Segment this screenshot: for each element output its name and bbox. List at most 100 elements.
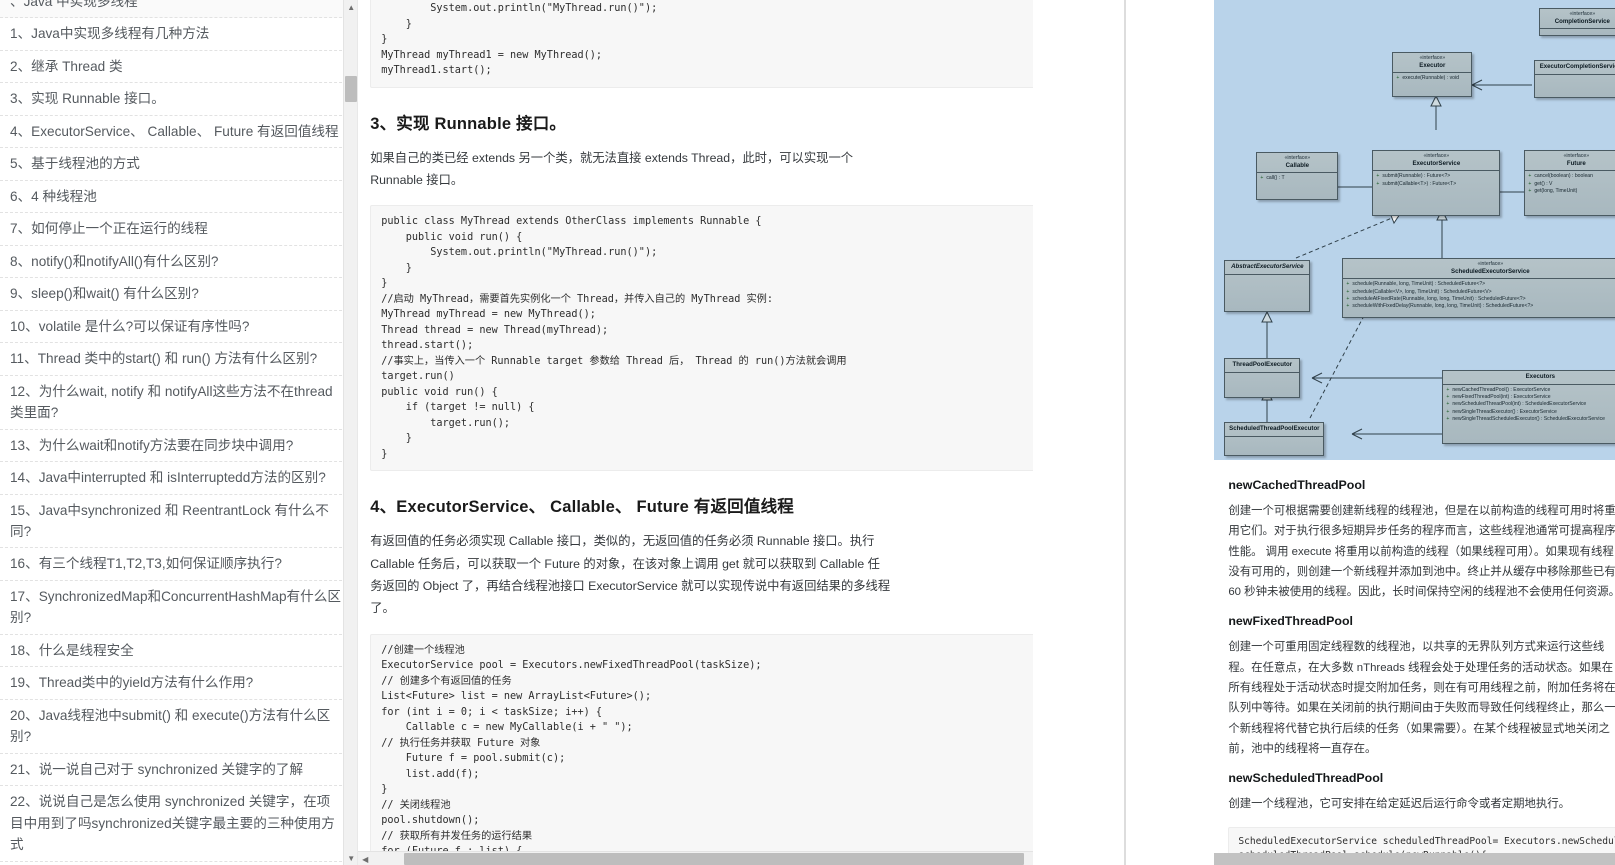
toc-item-label: 16、有三个线程T1,T2,T3,如何保证顺序执行? — [10, 556, 282, 572]
scroll-left-arrow-icon[interactable]: ◀ — [358, 852, 372, 865]
uml-member: + submit(Runnable) : Future<?> — [1376, 173, 1451, 180]
uml-member: + newSingleThreadExecutor() : ExecutorSer… — [1446, 408, 1557, 415]
section-paragraph: 如果自己的类已经 extends 另一个类，就无法直接 extends Thre… — [370, 150, 854, 187]
toc-item-21[interactable]: 21、说一说自己对于 synchronized 关键字的了解 — [0, 754, 358, 787]
pane-gap — [1032, 0, 1124, 865]
toc-item-19[interactable]: 19、Thread类中的yield方法有什么作用? — [0, 667, 358, 700]
toc-item-clipped[interactable]: 、Java 中实现多线程 — [0, 0, 358, 19]
toc-item-13[interactable]: 13、为什么wait和notify方法要在同步块中调用? — [0, 430, 358, 463]
uml-class-callable[interactable]: «interface» Callable + call() : T — [1256, 152, 1339, 200]
article-horizontal-scrollbar[interactable]: ◀ ▶ — [358, 851, 1033, 865]
toc-vertical-scrollbar[interactable]: ▲ ▼ — [343, 0, 358, 865]
uml-member: + newSingleThreadScheduledExecutor() : Sc… — [1446, 415, 1605, 422]
toc-item-label: 5、基于线程池的方式 — [10, 156, 140, 172]
toc-item-22[interactable]: 22、说说自己是怎么使用 synchronized 关键字，在项目中用到了吗sy… — [0, 786, 358, 862]
reference-content: «interface» CompletionService «interface… — [1214, 0, 1615, 865]
pool-body: 创建一个线程池，它可安排在给定延迟后运行命令或者定期地执行。 — [1228, 798, 1571, 811]
toc-item-17[interactable]: 17、SynchronizedMap和ConcurrentHashMap有什么区… — [0, 581, 358, 635]
uml-class-name: ExecutorService — [1412, 159, 1461, 167]
uml-class-diagram: «interface» CompletionService «interface… — [1214, 0, 1615, 460]
toc-scroll-thumb[interactable] — [345, 76, 358, 102]
uml-class-threadpoolexecutor[interactable]: ThreadPoolExecutor — [1224, 358, 1301, 398]
uml-member: + schedule(Runnable, long, TimeUnit) : Sc… — [1346, 281, 1486, 288]
toc-item-14[interactable]: 14、Java中interrupted 和 isInterruptedd方法的区… — [0, 462, 358, 495]
toc-item-label: 11、Thread 类中的start() 和 run() 方法有什么区别? — [10, 351, 318, 367]
toc-item-4[interactable]: 4、ExecutorService、 Callable、 Future 有返回值… — [0, 116, 358, 149]
toc-item-label: 13、为什么wait和notify方法要在同步块中调用? — [10, 437, 294, 453]
toc-item-label: 10、volatile 是什么?可以保证有序性吗? — [10, 318, 250, 334]
toc-item-label: 7、如何停止一个正在运行的线程 — [10, 221, 208, 237]
uml-class-name: ScheduledThreadPoolExecutor — [1229, 425, 1320, 432]
pool-title: newFixedThreadPool — [1228, 614, 1353, 629]
toc-item-1[interactable]: 1、Java中实现多线程有几种方法 — [0, 18, 358, 51]
uml-member: + schedule(Callable<V>, long, TimeUnit) :… — [1346, 288, 1492, 295]
code-block: public class MyThread extends OtherClass… — [370, 205, 1033, 472]
uml-class-abstractexecutorservice[interactable]: AbstractExecutorService — [1224, 260, 1311, 312]
toc-item-20[interactable]: 20、Java线程池中submit() 和 execute()方法有什么区别? — [0, 700, 358, 754]
toc-item-label: 8、notify()和notifyAll()有什么区别? — [10, 253, 219, 269]
uml-member-label: scheduleWithFixedDelay(Runnable, long, l… — [1352, 303, 1534, 310]
uml-class-executor[interactable]: «interface» Executor + execute(Runnable) … — [1392, 52, 1473, 97]
uml-class-scheduledexecutorservice[interactable]: «interface» ScheduledExecutorService + sc… — [1342, 258, 1615, 318]
uml-member: + cancel(boolean) : boolean — [1528, 173, 1593, 180]
toc-item-8[interactable]: 8、notify()和notifyAll()有什么区别? — [0, 246, 358, 279]
toc-item-23[interactable]: 23、什么是线程安全? Vector是一个线程安全类吗? — [0, 862, 357, 865]
uml-member-label: get(long, TimeUnit) — [1534, 187, 1578, 194]
uml-class-name: Callable — [1285, 161, 1310, 169]
toc-item-11[interactable]: 11、Thread 类中的start() 和 run() 方法有什么区别? — [0, 343, 358, 376]
uml-member-label: scheduleAtFixedRate(Runnable, long, long… — [1352, 295, 1526, 302]
toc-item-label: 12、为什么wait, notify 和 notifyAll这些方法不在thre… — [10, 383, 333, 421]
uml-member: + call() : T — [1260, 175, 1285, 182]
toc-item-18[interactable]: 18、什么是线程安全 — [0, 635, 358, 668]
toc-item-2[interactable]: 2、继承 Thread 类 — [0, 51, 358, 84]
uml-class-name: CompletionService — [1554, 17, 1610, 25]
uml-member: + get(long, TimeUnit) — [1528, 187, 1578, 194]
toc-item-15[interactable]: 15、Java中synchronized 和 ReentrantLock 有什么… — [0, 495, 358, 549]
toc-item-3[interactable]: 3、实现 Runnable 接口。 — [0, 83, 358, 116]
toc-item-16[interactable]: 16、有三个线程T1,T2,T3,如何保证顺序执行? — [0, 548, 358, 581]
uml-class-executorcompletionservice[interactable]: ExecutorCompletionService — [1534, 60, 1615, 98]
uml-member-label: schedule(Runnable, long, TimeUnit) : Sch… — [1352, 281, 1486, 288]
toc-item-6[interactable]: 6、4 种线程池 — [0, 181, 358, 214]
uml-class-executors[interactable]: Executors + newCachedThreadPool() : Execu… — [1442, 370, 1615, 444]
uml-member: + scheduleWithFixedDelay(Runnable, long, … — [1346, 303, 1534, 310]
toc-item-label: 9、sleep()和wait() 有什么区别? — [10, 286, 199, 302]
uml-member-label: newSingleThreadExecutor() : ExecutorServ… — [1452, 408, 1557, 415]
toc-item-label: 6、4 种线程池 — [10, 188, 97, 204]
reference-horizontal-scrollbar[interactable] — [1214, 853, 1615, 865]
uml-member: + newCachedThreadPool() : ExecutorService — [1446, 386, 1551, 393]
section-heading: 3、实现 Runnable 接口。 — [370, 114, 567, 133]
section-heading: 4、ExecutorService、 Callable、 Future 有返回值… — [370, 498, 794, 517]
scroll-down-arrow-icon[interactable]: ▼ — [344, 851, 357, 865]
toc-item-10[interactable]: 10、volatile 是什么?可以保证有序性吗? — [0, 311, 358, 344]
toc-item-label: 、Java 中实现多线程 — [10, 0, 138, 9]
toc-item-5[interactable]: 5、基于线程池的方式 — [0, 148, 358, 181]
toc-item-label: 2、继承 Thread 类 — [10, 58, 123, 74]
code-text: System.out.println("MyThread.run()"); } … — [381, 3, 658, 76]
uml-member: + execute(Runnable) : void — [1396, 75, 1459, 82]
uml-member-label: call() : T — [1266, 175, 1285, 182]
uml-class-future[interactable]: «interface» Future + cancel(boolean) : bo… — [1524, 150, 1615, 216]
toc-item-label: 4、ExecutorService、 Callable、 Future 有返回值… — [10, 123, 339, 139]
article-scroll-thumb[interactable] — [404, 853, 1025, 865]
toc-item-label: 22、说说自己是怎么使用 synchronized 关键字，在项目中用到了吗sy… — [10, 794, 335, 853]
uml-class-executorservice[interactable]: «interface» ExecutorService + submit(Runn… — [1372, 150, 1501, 216]
pool-title: newScheduledThreadPool — [1228, 771, 1384, 786]
code-block-top: System.out.println("MyThread.run()"); } … — [370, 0, 1033, 88]
uml-class-name: Executors — [1525, 373, 1556, 380]
toc-item-label: 3、实现 Runnable 接口。 — [10, 91, 165, 107]
section-paragraph: 有返回值的任务必须实现 Callable 接口，类似的，无返回值的任务必须 Ru… — [370, 534, 891, 616]
uml-class-scheduledthreadpoolexecutor[interactable]: ScheduledThreadPoolExecutor — [1224, 422, 1325, 456]
toc-item-7[interactable]: 7、如何停止一个正在运行的线程 — [0, 213, 358, 246]
toc-item-12[interactable]: 12、为什么wait, notify 和 notifyAll这些方法不在thre… — [0, 376, 358, 430]
uml-class-name: Future — [1566, 159, 1586, 167]
scroll-up-arrow-icon[interactable]: ▲ — [344, 0, 357, 14]
uml-class-completionservice[interactable]: «interface» CompletionService — [1539, 8, 1615, 36]
article-content: System.out.println("MyThread.run()"); } … — [358, 0, 1033, 865]
toc-item-label: 21、说一说自己对于 synchronized 关键字的了解 — [10, 761, 304, 777]
pool-descriptions: newCachedThreadPool 创建一个可根据需要创建新线程的线程池，但是… — [1214, 460, 1615, 865]
uml-member: + newFixedThreadPool(int) : ExecutorServi… — [1446, 394, 1551, 401]
toc-item-label: 15、Java中synchronized 和 ReentrantLock 有什么… — [10, 502, 329, 539]
app-root: 、Java 中实现多线程 1、Java中实现多线程有几种方法 2、继承 Thread… — [0, 0, 1615, 865]
toc-item-9[interactable]: 9、sleep()和wait() 有什么区别? — [0, 278, 358, 311]
